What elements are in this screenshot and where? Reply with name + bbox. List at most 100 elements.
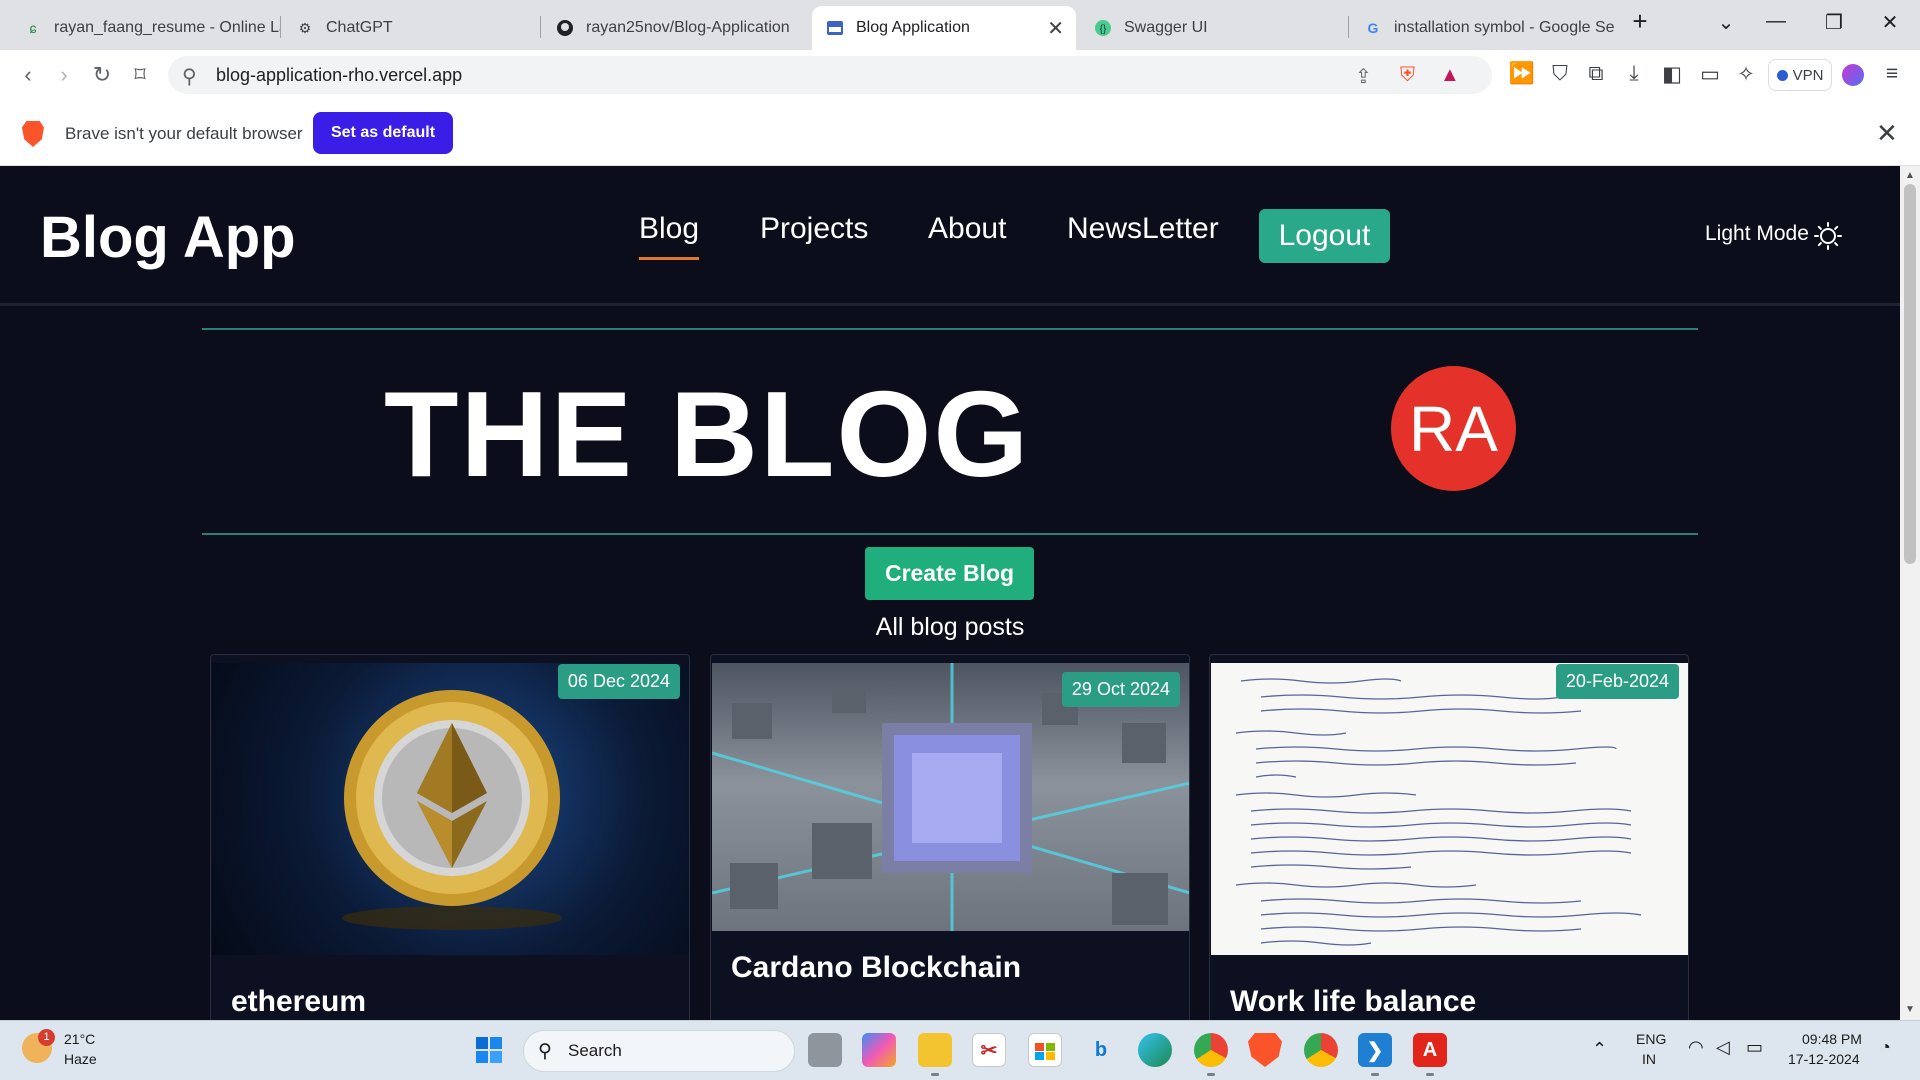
browser-tab-strip: ɕ rayan_faang_resume - Online LaTeX ⚙ Ch… xyxy=(0,0,1920,50)
post-date-badge: 20-Feb-2024 xyxy=(1555,664,1679,699)
set-as-default-button[interactable]: Set as default xyxy=(313,112,453,154)
leo-ai-icon[interactable]: ✧ xyxy=(1732,62,1760,87)
logout-button[interactable]: Logout xyxy=(1259,209,1390,263)
restore-icon[interactable]: ❐ xyxy=(1814,10,1854,35)
microsoft-store-icon[interactable] xyxy=(1028,1033,1062,1067)
extensions-icon[interactable]: ⧉ xyxy=(1582,62,1610,86)
weather-condition[interactable]: Haze xyxy=(64,1051,97,1067)
default-browser-infobar: Brave isn't your default browser Set as … xyxy=(0,100,1920,166)
downloads-icon[interactable]: ⤓ xyxy=(1620,62,1648,86)
post-title[interactable]: ethereum xyxy=(231,985,366,1019)
back-icon[interactable]: ‹ xyxy=(14,62,42,88)
menu-icon[interactable]: ≡ xyxy=(1878,62,1906,86)
page-title: THE BLOG xyxy=(384,366,1031,502)
media-forward-icon[interactable]: ⏩ xyxy=(1508,62,1536,86)
windows-start-icon[interactable] xyxy=(472,1033,506,1067)
user-avatar[interactable]: RA xyxy=(1391,366,1516,491)
bookmark-icon[interactable]: ⌑ xyxy=(126,62,154,88)
brave-browser-icon[interactable] xyxy=(1248,1033,1282,1067)
post-title[interactable]: Work life balance xyxy=(1230,985,1476,1019)
scroll-down-icon[interactable]: ▼ xyxy=(1905,1004,1915,1015)
snipping-tool-icon[interactable]: ✂ xyxy=(972,1033,1006,1067)
infobar-message: Brave isn't your default browser xyxy=(65,124,303,143)
blog-card[interactable]: 20-Feb-2024 Work life balance xyxy=(1209,654,1689,1020)
tab-title: ChatGPT xyxy=(326,19,393,36)
chatgpt-icon: ⚙ xyxy=(298,19,312,36)
tab-google[interactable]: G installation symbol - Google Se xyxy=(1350,6,1618,50)
blog-card[interactable]: 06 Dec 2024 ethereum xyxy=(210,654,690,1020)
file-explorer-icon[interactable] xyxy=(918,1033,952,1076)
language-bottom[interactable]: IN xyxy=(1642,1051,1656,1067)
page-scrollbar[interactable]: ▲ ▼ xyxy=(1900,166,1920,1020)
weather-temperature[interactable]: 21°C xyxy=(64,1031,95,1047)
section-title: All blog posts xyxy=(875,613,1025,641)
post-image: 29 Oct 2024 xyxy=(712,663,1189,931)
nav-newsletter[interactable]: NewsLetter xyxy=(1067,212,1219,246)
nav-blog[interactable]: Blog xyxy=(639,212,700,260)
clock-time[interactable]: 09:48 PM xyxy=(1802,1031,1862,1047)
task-view-icon[interactable] xyxy=(808,1033,842,1067)
taskbar-search-label: Search xyxy=(568,1041,622,1060)
tab-title: Blog Application xyxy=(856,19,970,36)
battery-icon[interactable]: ▭ xyxy=(1746,1037,1763,1058)
light-mode-label[interactable]: Light Mode xyxy=(1705,222,1809,246)
bing-icon[interactable]: b xyxy=(1084,1033,1118,1067)
scrollbar-thumb[interactable] xyxy=(1904,184,1916,564)
wallet-icon[interactable]: ▭ xyxy=(1696,62,1724,87)
language-top[interactable]: ENG xyxy=(1636,1031,1666,1047)
minimize-icon[interactable]: — xyxy=(1756,10,1796,33)
tab-title: installation symbol - Google Se xyxy=(1394,19,1615,36)
address-bar[interactable]: ⚲ blog-application-rho.vercel.app ⇪ ⛨ ▲ xyxy=(168,56,1492,94)
profile-avatar-icon[interactable] xyxy=(1842,64,1864,86)
tab-swagger[interactable]: {} Swagger UI xyxy=(1080,6,1348,50)
tab-blog-application[interactable]: Blog Application ✕ xyxy=(812,6,1076,50)
tab-chatgpt[interactable]: ⚙ ChatGPT xyxy=(282,6,540,50)
tab-github[interactable]: rayan25nov/Blog-Application xyxy=(542,6,810,50)
privacy-shield-icon[interactable]: ⛉ xyxy=(1546,62,1574,86)
divider-top xyxy=(202,328,1698,330)
vpn-button[interactable]: VPN xyxy=(1768,59,1832,91)
reload-icon[interactable]: ↻ xyxy=(88,62,116,88)
volume-icon[interactable]: ◁ xyxy=(1716,1037,1730,1058)
nav-projects[interactable]: Projects xyxy=(760,212,868,246)
create-blog-button[interactable]: Create Blog xyxy=(865,547,1034,600)
site-info-icon[interactable]: ⚲ xyxy=(182,64,197,89)
tab-title: rayan_faang_resume - Online LaTeX xyxy=(54,19,280,36)
taskbar-search[interactable]: ⚲ Search xyxy=(523,1030,795,1072)
notification-bell-icon[interactable]: ◔ xyxy=(1880,1037,1891,1058)
sidebar-icon[interactable]: ◧ xyxy=(1658,62,1686,87)
vscode-icon[interactable]: ❯ xyxy=(1358,1033,1392,1076)
brave-shields-icon[interactable]: ⛨ xyxy=(1400,64,1415,87)
tab-search-chevron-icon[interactable]: ⌄ xyxy=(1706,10,1746,35)
post-date-badge: 06 Dec 2024 xyxy=(557,664,680,699)
forward-icon[interactable]: › xyxy=(50,62,78,88)
blog-card[interactable]: 29 Oct 2024 Cardano Blockchain xyxy=(710,654,1190,1020)
wifi-icon[interactable]: ◠ xyxy=(1688,1037,1704,1058)
tab-title: Swagger UI xyxy=(1124,19,1208,36)
divider-bottom xyxy=(202,533,1698,535)
swagger-icon: {} xyxy=(1094,19,1112,37)
clock-date[interactable]: 17-12-2024 xyxy=(1788,1051,1860,1067)
tray-overflow-icon[interactable]: ⌃ xyxy=(1592,1039,1607,1060)
sun-icon[interactable] xyxy=(1814,222,1842,250)
infobar-close-icon[interactable]: ✕ xyxy=(1876,118,1898,149)
windows-taskbar: 1 21°C Haze ⚲ Search ✂ b ❯ A ⌃ ENG IN ◠ … xyxy=(0,1020,1920,1080)
brave-rewards-icon[interactable]: ▲ xyxy=(1440,64,1460,87)
post-title[interactable]: Cardano Blockchain xyxy=(731,951,1021,985)
edge-icon[interactable] xyxy=(1138,1033,1172,1067)
github-icon xyxy=(556,19,574,37)
vpn-status-icon xyxy=(1776,69,1788,81)
nav-about[interactable]: About xyxy=(928,212,1006,246)
new-tab-icon[interactable]: + xyxy=(1620,6,1660,37)
close-tab-icon[interactable]: ✕ xyxy=(1047,16,1064,41)
tab-overleaf[interactable]: ɕ rayan_faang_resume - Online LaTeX xyxy=(10,6,281,50)
chrome-profile-icon[interactable] xyxy=(1304,1033,1338,1067)
share-icon[interactable]: ⇪ xyxy=(1355,64,1372,89)
post-date-badge: 29 Oct 2024 xyxy=(1061,672,1180,707)
chrome-icon[interactable] xyxy=(1194,1033,1228,1076)
scroll-up-icon[interactable]: ▲ xyxy=(1905,170,1915,181)
site-brand[interactable]: Blog App xyxy=(40,204,296,271)
close-window-icon[interactable]: ✕ xyxy=(1870,10,1910,35)
acrobat-icon[interactable]: A xyxy=(1413,1033,1447,1076)
copilot-icon[interactable] xyxy=(862,1033,896,1067)
